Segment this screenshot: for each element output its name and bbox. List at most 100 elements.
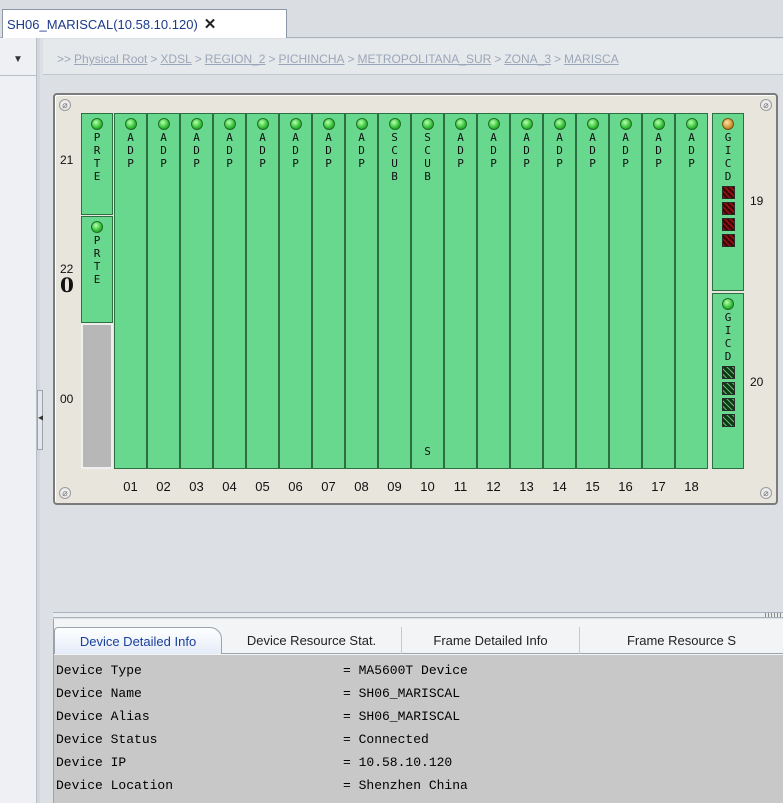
slot-number: 09 bbox=[387, 479, 402, 494]
slot-number: 15 bbox=[585, 479, 600, 494]
frame-number-indicator: 0 bbox=[60, 273, 74, 297]
info-label: Device Status bbox=[56, 732, 158, 747]
close-icon[interactable]: ✕ bbox=[204, 15, 217, 33]
breadcrumb-link[interactable]: MARISCA bbox=[564, 52, 619, 66]
board-slot-08[interactable]: A D P bbox=[345, 113, 378, 469]
screw-icon: ⌀ bbox=[760, 487, 772, 499]
status-led-icon bbox=[454, 118, 467, 130]
board-right-19[interactable]: G I C D bbox=[712, 113, 744, 291]
board-label: A D P bbox=[622, 131, 629, 170]
board-slot-01[interactable]: A D P bbox=[114, 113, 147, 469]
info-label: Device Type bbox=[56, 663, 142, 678]
port-icon[interactable] bbox=[721, 398, 735, 411]
board-slot-06[interactable]: A D P bbox=[279, 113, 312, 469]
board-slot-13[interactable]: A D P bbox=[510, 113, 543, 469]
board-slot-17[interactable]: A D P bbox=[642, 113, 675, 469]
document-tab-bar: SH06_MARISCAL(10.58.10.120) ✕ bbox=[0, 0, 783, 38]
empty-slot[interactable] bbox=[81, 323, 113, 469]
device-tab-title: SH06_MARISCAL(10.58.10.120) bbox=[7, 16, 198, 32]
board-label: A D P bbox=[457, 131, 464, 170]
board-label: G I C D bbox=[724, 131, 732, 183]
breadcrumb-link[interactable]: XDSL bbox=[160, 52, 191, 66]
row-label-21: 21 bbox=[60, 153, 74, 167]
splitter-grip[interactable] bbox=[765, 613, 783, 617]
board-right-20[interactable]: G I C D bbox=[712, 293, 744, 469]
board-slot-15[interactable]: A D P bbox=[576, 113, 609, 469]
breadcrumb-link[interactable]: ZONA_3 bbox=[504, 52, 551, 66]
port-icon[interactable] bbox=[721, 218, 735, 231]
board-left-21[interactable]: P R T E bbox=[81, 113, 113, 215]
status-led-icon bbox=[487, 118, 500, 130]
breadcrumb-link[interactable]: REGION_2 bbox=[205, 52, 266, 66]
panel-menu-button[interactable]: ▼ bbox=[0, 44, 36, 76]
details-panel: Device Detailed Info Device Resource Stat… bbox=[53, 619, 783, 803]
board-label: P R T E bbox=[93, 234, 101, 286]
details-tab[interactable]: Frame Resource S bbox=[580, 627, 783, 654]
breadcrumb-separator-icon: > bbox=[494, 52, 502, 66]
port-icon[interactable] bbox=[721, 382, 735, 395]
board-slot-03[interactable]: A D P bbox=[180, 113, 213, 469]
board-left-22[interactable]: P R T E bbox=[81, 216, 113, 323]
device-tab[interactable]: SH06_MARISCAL(10.58.10.120) ✕ bbox=[2, 9, 287, 38]
port-icon[interactable] bbox=[721, 202, 735, 215]
port-icon[interactable] bbox=[721, 234, 735, 247]
port-icon[interactable] bbox=[721, 186, 735, 199]
board-slot-05[interactable]: A D P bbox=[246, 113, 279, 469]
board-slot-18[interactable]: A D P bbox=[675, 113, 708, 469]
board-label: A D P bbox=[259, 131, 266, 170]
info-value: = Shenzhen China bbox=[343, 778, 468, 793]
info-value: = MA5600T Device bbox=[343, 663, 468, 678]
horizontal-splitter[interactable] bbox=[53, 612, 783, 618]
board-label: S C U B bbox=[391, 131, 398, 183]
details-tab[interactable]: Device Detailed Info bbox=[54, 627, 222, 654]
slot-number: 04 bbox=[222, 479, 237, 494]
status-led-icon bbox=[722, 298, 734, 310]
port-icon[interactable] bbox=[721, 366, 735, 379]
slot-number: 02 bbox=[156, 479, 171, 494]
board-slot-09[interactable]: S C U B bbox=[378, 113, 411, 469]
board-label: A D P bbox=[127, 131, 134, 170]
breadcrumb-link[interactable]: METROPOLITANA_SUR bbox=[358, 52, 492, 66]
board-slot-11[interactable]: A D P bbox=[444, 113, 477, 469]
board-slot-07[interactable]: A D P bbox=[312, 113, 345, 469]
board-slot-14[interactable]: A D P bbox=[543, 113, 576, 469]
left-panel: ▼ ◀ bbox=[0, 38, 44, 803]
board-label: A D P bbox=[556, 131, 563, 170]
slot-number: 08 bbox=[354, 479, 369, 494]
breadcrumb-link[interactable]: PICHINCHA bbox=[278, 52, 344, 66]
board-slot-04[interactable]: A D P bbox=[213, 113, 246, 469]
status-led-icon bbox=[421, 118, 434, 130]
slot-number: 01 bbox=[123, 479, 138, 494]
info-row: Device Status = Connected bbox=[54, 728, 783, 751]
slot-number: 07 bbox=[321, 479, 336, 494]
row-label-19: 19 bbox=[750, 194, 764, 208]
board-slot-12[interactable]: A D P bbox=[477, 113, 510, 469]
status-led-icon bbox=[355, 118, 368, 130]
info-row: Device Alias = SH06_MARISCAL bbox=[54, 705, 783, 728]
port-icon[interactable] bbox=[721, 414, 735, 427]
status-led-icon bbox=[520, 118, 533, 130]
board-label: A D P bbox=[193, 131, 200, 170]
info-label: Device IP bbox=[56, 755, 127, 770]
slot-number: 14 bbox=[552, 479, 567, 494]
status-led-icon bbox=[256, 118, 269, 130]
screw-icon: ⌀ bbox=[59, 99, 71, 111]
board-slot-02[interactable]: A D P bbox=[147, 113, 180, 469]
status-led-icon bbox=[652, 118, 665, 130]
status-led-icon bbox=[91, 118, 103, 130]
info-row: Device Location = Shenzhen China bbox=[54, 774, 783, 797]
slot-number: 18 bbox=[684, 479, 699, 494]
board-slot-10[interactable]: S C U B S bbox=[411, 113, 444, 469]
details-tab[interactable]: Device Resource Stat. bbox=[222, 627, 402, 654]
status-led-icon bbox=[190, 118, 203, 130]
board-slot-16[interactable]: A D P bbox=[609, 113, 642, 469]
breadcrumb-prefix-icon: >> bbox=[57, 52, 72, 66]
slot-number: 03 bbox=[189, 479, 204, 494]
board-label: A D P bbox=[490, 131, 497, 170]
network-manager-window: SH06_MARISCAL(10.58.10.120) ✕ ▼ ◀ >> Phys… bbox=[0, 0, 783, 803]
status-led-icon bbox=[685, 118, 698, 130]
status-led-icon bbox=[91, 221, 103, 233]
details-tab[interactable]: Frame Detailed Info bbox=[402, 627, 580, 654]
board-label: A D P bbox=[358, 131, 365, 170]
breadcrumb-link[interactable]: Physical Root bbox=[74, 52, 147, 66]
